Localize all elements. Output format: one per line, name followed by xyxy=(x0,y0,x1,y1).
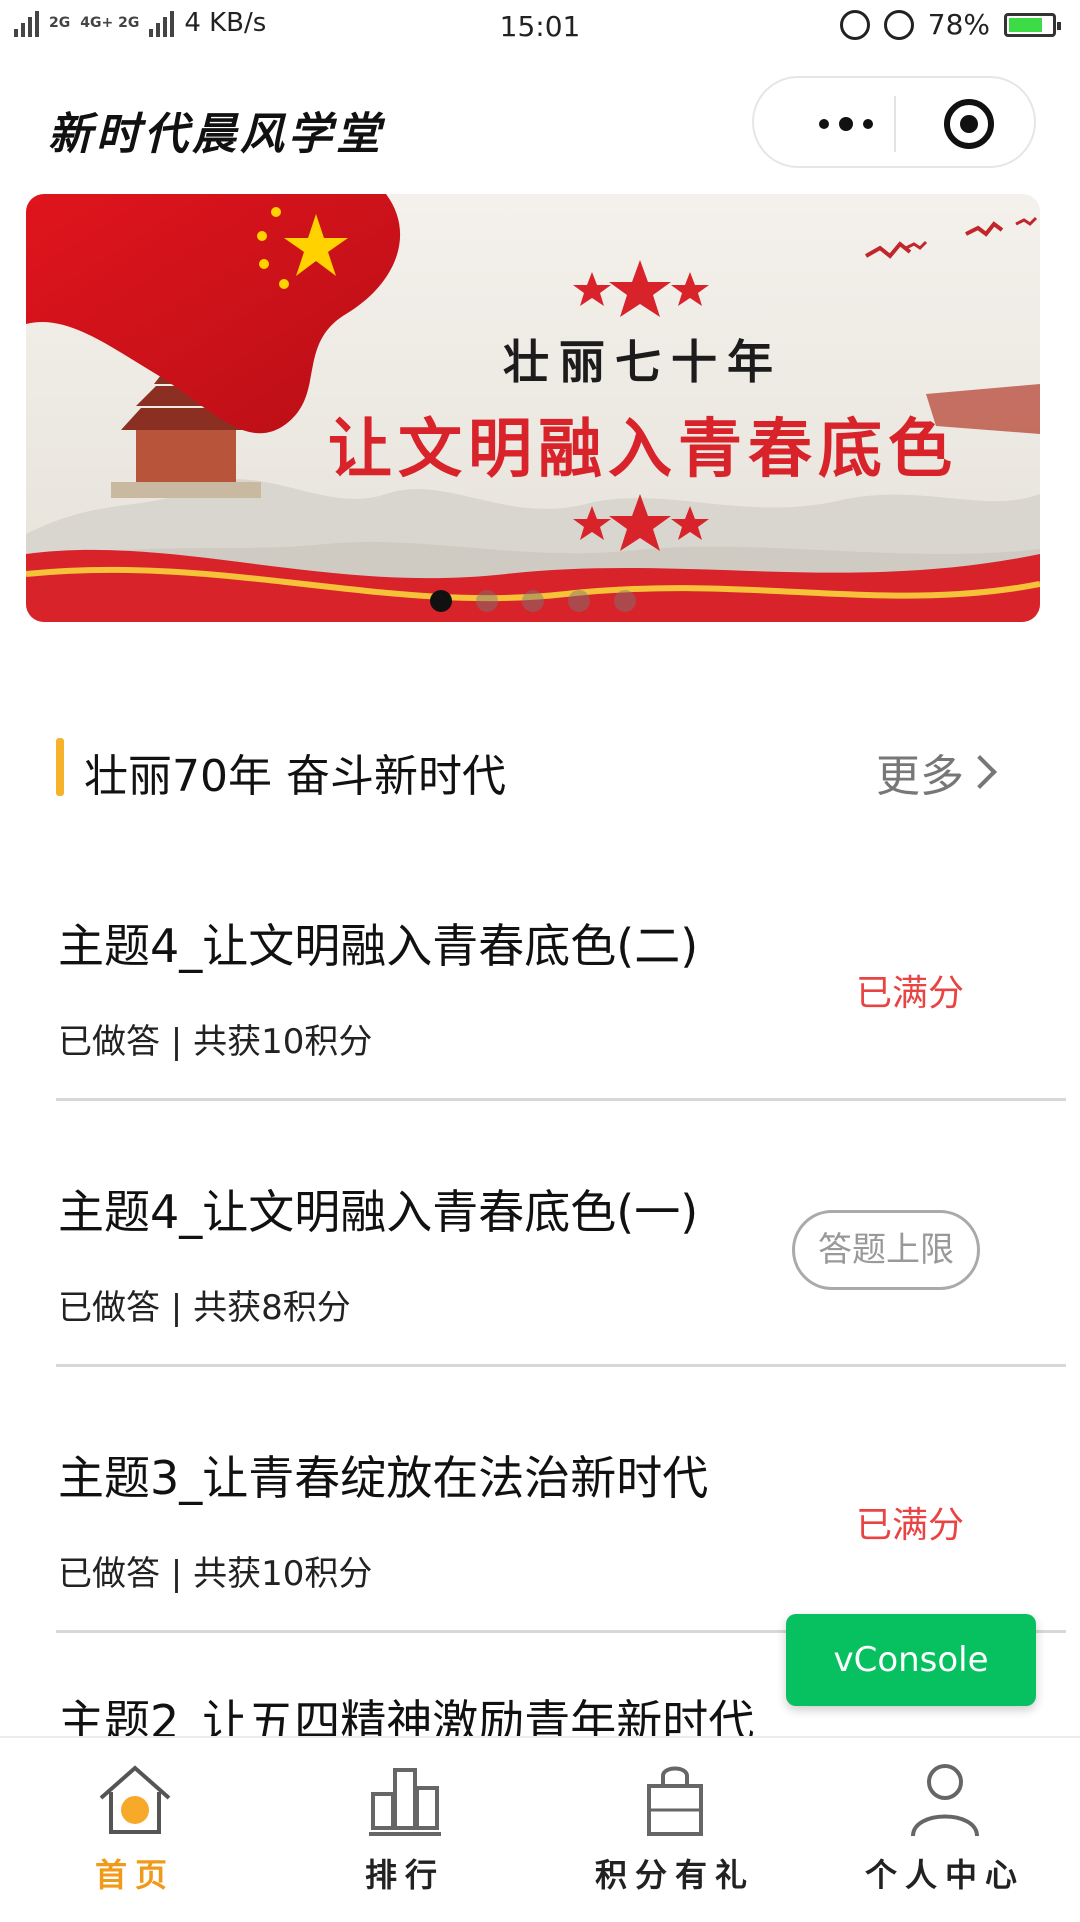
user-icon xyxy=(911,1764,979,1837)
chevron-right-icon xyxy=(963,755,997,789)
tab-label: 积分有礼 xyxy=(594,1856,755,1894)
item-title: 主题4_让文明融入青春底色(一) xyxy=(58,1185,699,1239)
gift-bag-icon xyxy=(647,1766,703,1836)
home-icon xyxy=(99,1765,171,1834)
carousel-dot[interactable] xyxy=(568,590,590,612)
close-mini-program-button[interactable] xyxy=(944,99,994,149)
item-score-info: 已做答 | 共获10积分 xyxy=(58,1554,373,1594)
section-accent-bar xyxy=(56,738,64,796)
list-item[interactable]: 主题4_让文明融入青春底色(一) 已做答 | 共获8积分 答题上限 xyxy=(56,1146,1066,1412)
full-score-status: 已满分 xyxy=(856,1505,965,1546)
alarm-icon xyxy=(883,9,914,40)
list-divider xyxy=(56,1364,1066,1367)
more-options-button[interactable] xyxy=(796,98,896,150)
tab-points-gift[interactable]: 积分有礼 xyxy=(540,1738,810,1922)
ranking-icon xyxy=(369,1768,441,1836)
battery-icon xyxy=(1004,12,1061,37)
banner-subheadline: 让文明融入青春底色 xyxy=(328,412,958,487)
carousel-dot[interactable] xyxy=(522,590,544,612)
battery-percent: 78% xyxy=(927,8,990,41)
tab-personal-center[interactable]: 个人中心 xyxy=(810,1738,1080,1922)
rotation-lock-icon xyxy=(839,9,870,40)
banner-headline: 壮丽七十年 xyxy=(503,335,783,389)
status-right: 78% xyxy=(839,8,1061,41)
item-score-info: 已做答 | 共获10积分 xyxy=(58,1022,373,1062)
carousel-dot[interactable] xyxy=(476,590,498,612)
tab-home[interactable]: 首页 xyxy=(0,1738,270,1922)
page-title: 新时代晨风学堂 xyxy=(48,109,384,160)
capsule-divider xyxy=(894,96,896,152)
more-label: 更多 xyxy=(876,751,964,802)
banner-carousel[interactable]: 壮丽七十年 让文明融入青春底色 xyxy=(26,194,1040,622)
item-title: 主题2_让五四精神激励青年新时代 xyxy=(58,1695,755,1736)
vconsole-button[interactable]: vConsole xyxy=(786,1614,1036,1706)
more-link[interactable]: 更多 xyxy=(876,740,997,804)
tab-label: 排行 xyxy=(364,1856,445,1894)
carousel-indicators[interactable] xyxy=(26,590,1040,612)
status-bar: 2G 4G+ 2G 4 KB/s 15:01 78% xyxy=(0,0,1080,54)
list-item[interactable]: 主题4_让文明融入青春底色(二) 已做答 | 共获10积分 已满分 xyxy=(56,880,1066,1146)
item-title: 主题4_让文明融入青春底色(二) xyxy=(58,919,699,973)
tab-label: 个人中心 xyxy=(864,1856,1025,1894)
carousel-dot[interactable] xyxy=(614,590,636,612)
tab-label: 首页 xyxy=(94,1856,175,1894)
mini-program-capsule xyxy=(752,76,1036,168)
answer-limit-badge: 答题上限 xyxy=(792,1210,980,1290)
section-title: 壮丽70年 奋斗新时代 xyxy=(84,751,506,802)
tab-ranking[interactable]: 排行 xyxy=(270,1738,540,1922)
item-score-info: 已做答 | 共获8积分 xyxy=(58,1288,351,1328)
item-title: 主题3_让青春绽放在法治新时代 xyxy=(58,1451,709,1505)
bottom-tab-bar: 首页 排行 积分有礼 个人中心 xyxy=(0,1736,1080,1922)
full-score-status: 已满分 xyxy=(856,973,965,1014)
list-divider xyxy=(56,1098,1066,1101)
carousel-dot[interactable] xyxy=(430,590,452,612)
